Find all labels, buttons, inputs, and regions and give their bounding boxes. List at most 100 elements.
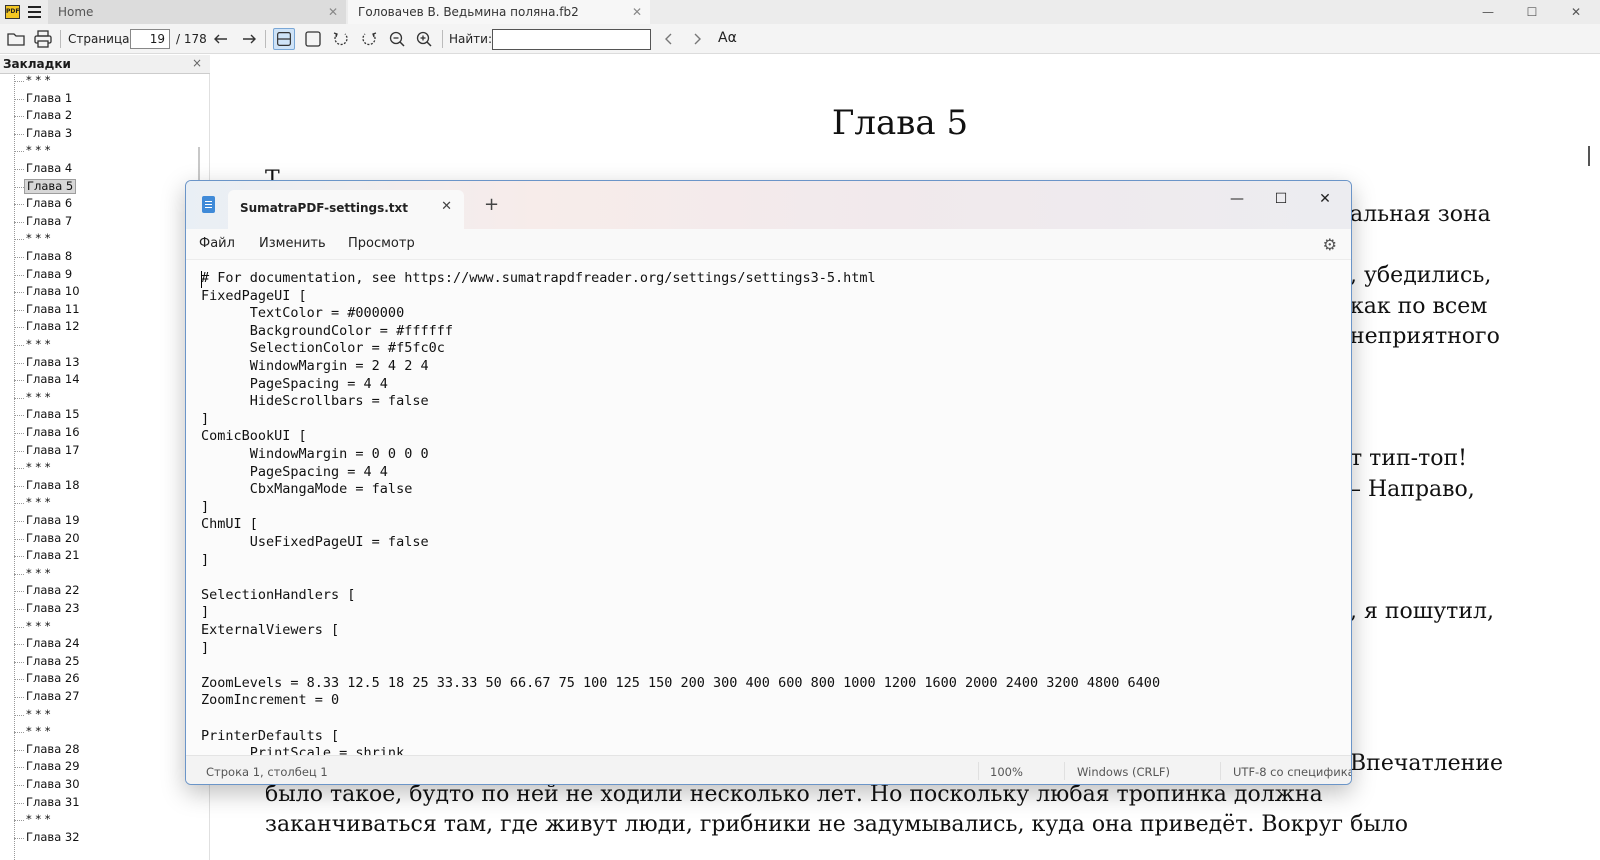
tree-branch-line — [14, 380, 24, 382]
bookmark-item[interactable]: Глава 15 — [14, 406, 194, 424]
bookmark-item[interactable]: Глава 28 — [14, 741, 194, 759]
arrow-right-icon[interactable] — [238, 28, 260, 50]
bookmark-item[interactable]: * * * — [14, 142, 194, 160]
tab-home-close-icon[interactable]: ✕ — [328, 0, 338, 24]
bookmark-item[interactable]: * * * — [14, 459, 194, 477]
code-line: HideScrollbars = false — [201, 393, 429, 410]
continuous-view-icon[interactable] — [273, 28, 295, 50]
notepad-tab-close-icon[interactable]: ✕ — [441, 199, 452, 214]
rotate-right-icon[interactable] — [358, 28, 380, 50]
bookmark-item[interactable]: Глава 5 — [14, 178, 194, 196]
bookmark-item[interactable]: Глава 4 — [14, 160, 194, 178]
close-button[interactable]: ✕ — [1554, 0, 1598, 24]
bookmark-item[interactable]: Глава 30 — [14, 776, 194, 794]
bookmark-label: Глава 9 — [26, 266, 73, 281]
bookmark-label: Глава 5 — [24, 178, 77, 194]
menu-view[interactable]: Просмотр — [348, 236, 415, 251]
bookmark-label: Глава 30 — [26, 777, 80, 791]
bookmark-item[interactable]: Глава 1 — [14, 90, 194, 108]
bookmark-item[interactable]: Глава 10 — [14, 283, 194, 301]
bookmark-item[interactable]: Глава 22 — [14, 582, 194, 600]
bookmark-item[interactable]: * * * — [14, 230, 194, 248]
status-line-endings[interactable]: Windows (CRLF) — [1077, 765, 1170, 779]
bookmark-item[interactable]: Глава 14 — [14, 371, 194, 389]
text-editor[interactable]: # For documentation, see https://www.sum… — [186, 259, 1351, 755]
bookmark-item[interactable]: * * * — [14, 75, 194, 90]
notepad-tab[interactable]: SumatraPDF-settings.txt ✕ — [228, 190, 464, 229]
open-folder-icon[interactable] — [5, 28, 27, 50]
bookmark-item[interactable]: * * * — [14, 494, 194, 512]
bookmark-item[interactable]: Глава 11 — [14, 301, 194, 319]
bookmark-item[interactable]: Глава 31 — [14, 794, 194, 812]
tab-book[interactable]: Головачев В. Ведьмина поляна.fb2 ✕ — [348, 0, 650, 24]
status-encoding[interactable]: UTF-8 со спецификацией — [1233, 765, 1351, 779]
bookmark-label: * * * — [26, 75, 51, 87]
bookmark-item[interactable]: * * * — [14, 618, 194, 636]
tab-book-close-icon[interactable]: ✕ — [632, 0, 642, 24]
bookmark-item[interactable]: * * * — [14, 389, 194, 407]
code-line: WindowMargin = 2 4 2 4 — [201, 358, 429, 374]
document-scrollbar[interactable] — [1588, 146, 1590, 166]
bookmark-label: Глава 16 — [26, 425, 80, 439]
sumatra-logo-icon[interactable]: PDF — [5, 5, 20, 19]
bookmark-item[interactable]: Глава 16 — [14, 424, 194, 442]
bookmark-item[interactable]: Глава 19 — [14, 512, 194, 530]
bookmark-item[interactable]: * * * — [14, 336, 194, 354]
status-zoom[interactable]: 100% — [990, 765, 1023, 779]
new-tab-icon[interactable]: + — [484, 194, 499, 215]
bookmarks-close-icon[interactable]: × — [192, 56, 202, 70]
rotate-left-icon[interactable] — [330, 28, 352, 50]
bookmark-item[interactable]: Глава 12 — [14, 318, 194, 336]
bookmark-item[interactable]: Глава 27 — [14, 688, 194, 706]
bookmark-item[interactable]: Глава 7 — [14, 213, 194, 231]
bookmark-item[interactable]: Глава 25 — [14, 653, 194, 671]
bookmark-item[interactable]: Глава 13 — [14, 354, 194, 372]
bookmark-item[interactable]: * * * — [14, 565, 194, 583]
bookmark-item[interactable]: * * * — [14, 706, 194, 724]
zoom-out-icon[interactable] — [386, 28, 408, 50]
menu-file[interactable]: Файл — [199, 236, 235, 251]
bookmark-item[interactable]: Глава 26 — [14, 670, 194, 688]
bookmark-item[interactable]: * * * — [14, 723, 194, 741]
bookmark-label: Глава 26 — [26, 671, 80, 686]
print-icon[interactable] — [32, 28, 54, 50]
settings-gear-icon[interactable]: ⚙ — [1323, 235, 1337, 254]
bookmark-item[interactable]: Глава 20 — [14, 530, 194, 548]
zoom-in-icon[interactable] — [413, 28, 435, 50]
notepad-close-button[interactable]: ✕ — [1305, 187, 1345, 211]
bookmark-item[interactable]: Глава 21 — [14, 547, 194, 565]
find-next-icon[interactable] — [686, 28, 708, 50]
tab-home[interactable]: Home ✕ — [48, 0, 346, 24]
bookmark-item[interactable]: Глава 6 — [14, 195, 194, 213]
find-input[interactable] — [492, 29, 651, 50]
bookmark-item[interactable]: Глава 8 — [14, 248, 194, 266]
bookmark-label: Глава 3 — [26, 125, 73, 140]
bookmark-label: Глава 21 — [26, 548, 80, 563]
bookmark-item[interactable]: Глава 29 — [14, 758, 194, 776]
page-number-input[interactable]: 19 — [130, 29, 170, 49]
single-page-icon[interactable] — [302, 28, 324, 50]
notepad-minimize-button[interactable]: — — [1217, 187, 1257, 211]
arrow-left-icon[interactable] — [210, 28, 232, 50]
tree-branch-line — [14, 415, 24, 417]
bookmark-item[interactable]: Глава 23 — [14, 600, 194, 618]
hamburger-menu-icon[interactable] — [27, 4, 43, 20]
bookmark-item[interactable]: Глава 18 — [14, 477, 194, 495]
find-previous-icon[interactable] — [658, 28, 680, 50]
code-line: ] — [201, 604, 210, 621]
bookmark-item[interactable]: Глава 24 — [14, 635, 194, 653]
tree-branch-line — [14, 609, 24, 610]
minimize-button[interactable]: — — [1466, 0, 1510, 24]
bookmark-item[interactable]: Глава 3 — [14, 125, 194, 143]
bookmark-item[interactable]: Глава 2 — [14, 107, 194, 125]
bookmark-label: Глава 17 — [26, 442, 80, 457]
bookmark-item[interactable]: * * * — [14, 811, 194, 829]
maximize-button[interactable]: ☐ — [1510, 0, 1554, 24]
bookmark-item[interactable]: Глава 32 — [14, 829, 194, 847]
menu-edit[interactable]: Изменить — [259, 236, 326, 251]
bookmark-label: Глава 2 — [26, 108, 73, 123]
notepad-maximize-button[interactable]: ☐ — [1261, 187, 1301, 211]
match-case-icon[interactable]: Aα — [718, 30, 737, 46]
bookmark-item[interactable]: Глава 9 — [14, 266, 194, 284]
bookmark-item[interactable]: Глава 17 — [14, 442, 194, 460]
